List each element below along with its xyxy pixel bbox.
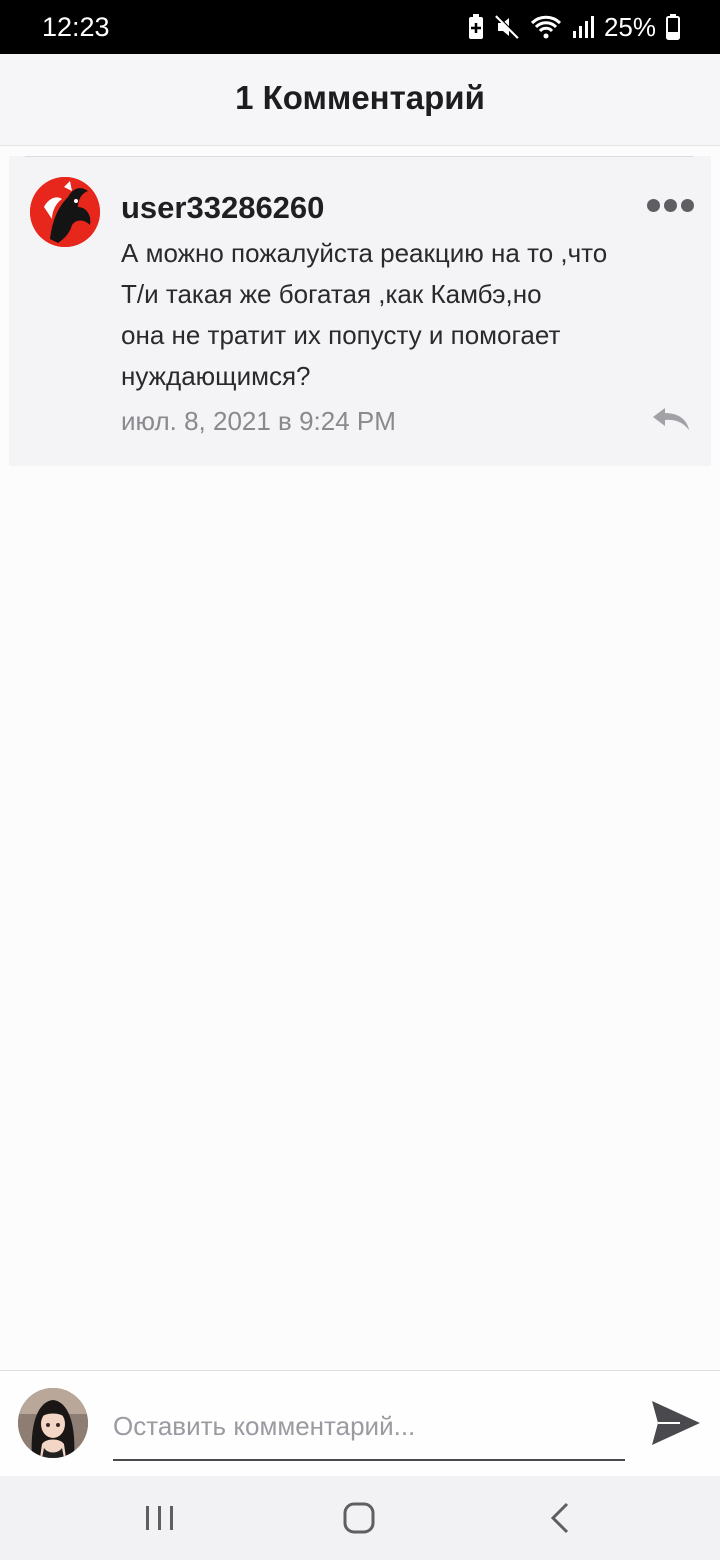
battery-percent: 25% bbox=[603, 11, 656, 42]
system-navigation-bar bbox=[0, 1476, 720, 1560]
back-icon[interactable] bbox=[541, 1500, 581, 1536]
home-icon[interactable] bbox=[339, 1500, 379, 1536]
comment-date: июл. 8, 2021 в 9:24 PM bbox=[121, 406, 396, 436]
dot bbox=[681, 199, 694, 212]
divider bbox=[25, 156, 693, 157]
comment-input[interactable] bbox=[113, 1399, 625, 1461]
user-avatar-icon[interactable] bbox=[30, 177, 100, 247]
comment-card: user33286260 А можно пожалуйста реакцию … bbox=[9, 156, 711, 466]
comment-username[interactable]: user33286260 bbox=[121, 190, 324, 226]
status-bar: 12:23 25% bbox=[0, 0, 720, 54]
battery-saver-icon bbox=[468, 14, 484, 40]
dot bbox=[664, 199, 677, 212]
status-time: 12:23 bbox=[42, 12, 110, 42]
page-title: 1 Комментарий bbox=[235, 79, 485, 116]
reply-icon[interactable] bbox=[651, 406, 691, 432]
send-icon[interactable] bbox=[650, 1399, 702, 1449]
more-options-icon[interactable] bbox=[647, 194, 694, 218]
signal-icon bbox=[572, 14, 594, 40]
dot bbox=[647, 199, 660, 212]
comment-composer bbox=[0, 1370, 720, 1476]
recent-apps-icon[interactable] bbox=[140, 1500, 180, 1536]
battery-icon bbox=[666, 14, 680, 40]
status-icons: 25% bbox=[468, 10, 680, 44]
wifi-icon bbox=[530, 14, 562, 40]
my-avatar-icon[interactable] bbox=[18, 1388, 88, 1458]
comment-text: А можно пожалуйста реакцию на то ,что Т/… bbox=[121, 238, 608, 391]
header: 1 Комментарий bbox=[0, 54, 720, 146]
mute-icon bbox=[494, 14, 520, 40]
